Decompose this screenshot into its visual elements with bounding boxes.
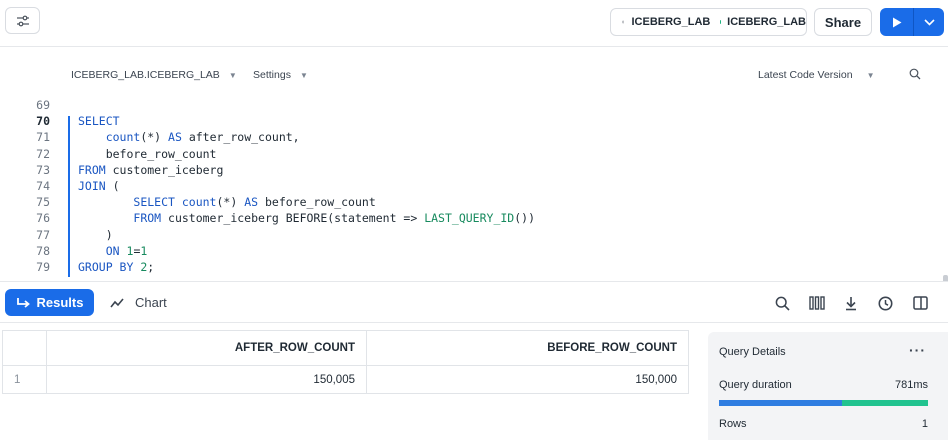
line-number: 77 (36, 227, 50, 242)
database-label: ICEBERG_LAB.ICEBERG_LAB (71, 69, 220, 81)
status-dot-icon (720, 20, 722, 24)
line-number: 75 (36, 195, 50, 210)
clock-icon (878, 296, 892, 310)
search-icon (909, 68, 921, 80)
sliders-icon (16, 15, 29, 26)
column-header-before-row-count[interactable]: BEFORE_ROW_COUNT (366, 330, 689, 366)
code-editor[interactable]: 69 70 71 72 73 74 75 76 77 78 79 SELECT … (0, 97, 948, 287)
tab-results[interactable]: Results (5, 289, 94, 316)
return-arrow-icon (16, 297, 30, 308)
download-button[interactable] (842, 294, 860, 312)
version-label: Latest Code Version (758, 69, 853, 81)
code-line: FROM customer_iceberg BEFORE(statement =… (133, 211, 535, 226)
toggle-details-panel-button[interactable] (911, 294, 929, 312)
context-selector[interactable]: ICEBERG_LAB ICEBERG_LAB (610, 8, 807, 36)
rows-value: 1 (921, 418, 928, 430)
version-selector[interactable]: Latest Code Version ▼ (758, 69, 874, 81)
query-duration-label: Query duration (719, 379, 792, 391)
code-line: SELECT (78, 114, 120, 129)
context-warehouse: ICEBERG_LAB (727, 16, 806, 28)
code-line: JOIN ( (78, 178, 120, 193)
query-history-button[interactable] (876, 294, 894, 312)
run-button[interactable] (880, 8, 914, 36)
columns-icon (809, 296, 825, 310)
code-line: GROUP BY 2; (78, 259, 155, 274)
duration-bar-execution (842, 400, 928, 406)
split-panel-icon (912, 296, 928, 310)
play-icon (892, 17, 901, 27)
role-badge-icon (622, 20, 625, 24)
code-line: count(*) AS after_row_count, (105, 130, 300, 145)
query-details-title: Query Details (719, 346, 786, 358)
line-number: 76 (36, 211, 50, 226)
context-role: ICEBERG_LAB (631, 16, 711, 28)
line-number: 79 (36, 259, 50, 274)
editor-search-button[interactable] (909, 68, 921, 80)
query-duration-bar (719, 400, 928, 406)
code-line: ) (78, 227, 113, 242)
results-grid: AFTER_ROW_COUNT BEFORE_ROW_COUNT 1 150,0… (2, 330, 689, 394)
header-row: AFTER_ROW_COUNT BEFORE_ROW_COUNT (2, 330, 689, 366)
code-line: FROM customer_iceberg (78, 162, 224, 177)
columns-button[interactable] (808, 294, 826, 312)
run-button-group (880, 8, 944, 36)
code-line: SELECT count(*) AS before_row_count (133, 195, 376, 210)
run-options-button[interactable] (914, 8, 944, 36)
line-number: 71 (36, 130, 50, 145)
settings-menu[interactable]: Settings ▼ (253, 69, 308, 81)
row-index: 1 (2, 365, 47, 394)
query-duration-value: 781ms (894, 379, 928, 391)
line-number: 69 (36, 98, 50, 112)
trend-line-icon (110, 297, 124, 307)
column-header-after-row-count[interactable]: AFTER_ROW_COUNT (46, 330, 367, 366)
line-number: 73 (36, 162, 50, 177)
results-search-button[interactable] (773, 294, 791, 312)
code-lines: SELECT count(*) AS after_row_count, befo… (78, 97, 535, 275)
line-number: 78 (36, 243, 50, 258)
line-number: 74 (36, 178, 50, 193)
top-bar: ICEBERG_LAB ICEBERG_LAB Share (0, 0, 948, 47)
caret-down-icon: ▼ (866, 70, 875, 80)
share-button[interactable]: Share (814, 8, 872, 36)
row-index-header (2, 330, 47, 366)
tab-chart-label: Chart (135, 295, 167, 310)
code-line: ON 1=1 (105, 243, 148, 258)
query-details-panel: Query Details ··· Query duration 781ms R… (708, 332, 948, 440)
filter-button[interactable] (5, 7, 40, 34)
chevron-down-icon (923, 18, 935, 26)
more-options-icon[interactable]: ··· (909, 342, 926, 358)
results-toolbar: Results Chart (0, 281, 948, 323)
line-number: 72 (36, 146, 50, 161)
line-number-active: 70 (36, 114, 50, 129)
code-line: before_row_count (78, 146, 217, 161)
cell-after-row-count[interactable]: 150,005 (46, 365, 367, 394)
caret-down-icon: ▼ (228, 70, 237, 80)
table-row: 1 150,005 150,000 (2, 365, 689, 394)
download-icon (846, 296, 856, 310)
selection-indicator (68, 116, 70, 277)
tab-results-label: Results (36, 295, 84, 310)
database-selector[interactable]: ICEBERG_LAB.ICEBERG_LAB ▼ (71, 69, 237, 81)
cell-before-row-count[interactable]: 150,000 (366, 365, 689, 394)
line-number-gutter: 69 70 71 72 73 74 75 76 77 78 79 (0, 97, 50, 275)
caret-down-icon: ▼ (299, 70, 308, 80)
duration-bar-compilation (719, 400, 843, 406)
worksheet-bar: ICEBERG_LAB.ICEBERG_LAB ▼ Settings ▼ Lat… (0, 47, 948, 97)
rows-label: Rows (719, 418, 747, 430)
search-icon (775, 296, 790, 311)
tab-chart[interactable]: Chart (110, 289, 167, 316)
settings-label: Settings (253, 69, 291, 81)
